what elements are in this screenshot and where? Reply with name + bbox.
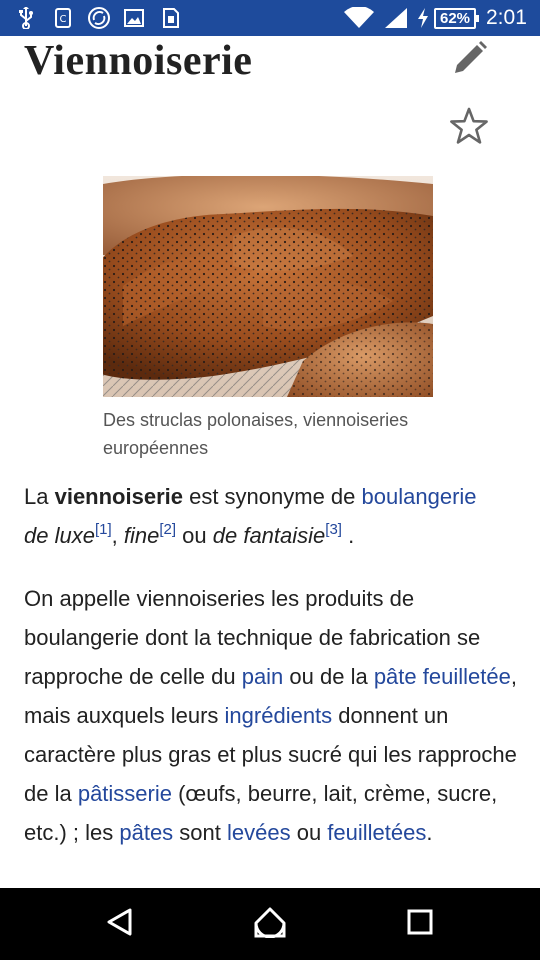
recents-button[interactable] <box>390 904 450 944</box>
figure-image[interactable] <box>103 176 433 397</box>
status-bar: C 62% 2:01 <box>0 0 540 36</box>
star-icon <box>448 107 490 152</box>
ref-2[interactable]: [2] <box>159 521 176 538</box>
figure-caption: Des struclas polonaises, viennoiseries e… <box>103 410 409 458</box>
link-pate-feuilletee[interactable]: pâte feuilletée <box>374 664 511 689</box>
pencil-icon <box>449 41 489 80</box>
svg-text:C: C <box>60 14 67 25</box>
home-button[interactable] <box>240 904 300 944</box>
ref-1[interactable]: [1] <box>95 521 112 538</box>
link-levees[interactable]: levées <box>227 820 291 845</box>
link-feuilletees[interactable]: feuilletées <box>327 820 426 845</box>
battery-icon: 62% <box>434 8 479 29</box>
home-icon <box>253 906 287 943</box>
link-pain[interactable]: pain <box>242 664 284 689</box>
body-paragraph: On appelle viennoiseries les produits de… <box>24 586 517 845</box>
back-icon <box>105 907 135 942</box>
watch-button[interactable] <box>448 106 490 148</box>
link-pates[interactable]: pâtes <box>119 820 173 845</box>
page-title: Viennoiserie <box>24 38 253 84</box>
clipboard-icon: C <box>52 7 74 29</box>
link-ingredients[interactable]: ingrédients <box>225 703 333 728</box>
usb-icon <box>14 7 38 29</box>
back-button[interactable] <box>90 904 150 944</box>
sim-icon <box>160 7 182 29</box>
link-boulangerie[interactable]: boulangerie <box>362 484 477 509</box>
charging-icon <box>414 7 432 29</box>
clock: 2:01 <box>486 6 527 29</box>
image-icon <box>123 7 145 29</box>
ref-3[interactable]: [3] <box>325 521 342 538</box>
wifi-icon <box>343 7 375 29</box>
recents-icon <box>406 908 434 941</box>
edit-button[interactable] <box>449 40 489 76</box>
link-patisserie[interactable]: pâtisserie <box>78 781 172 806</box>
navigation-bar <box>0 888 540 960</box>
intro-paragraph: La viennoiserie est synonyme de boulange… <box>24 484 477 548</box>
sync-icon <box>86 7 112 29</box>
signal-icon <box>383 7 409 29</box>
